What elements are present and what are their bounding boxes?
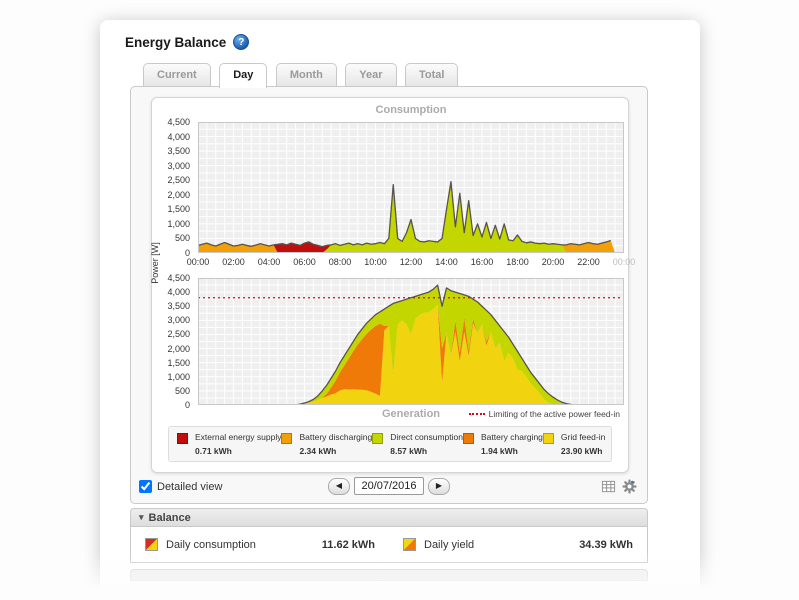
consumption-chart: [198, 122, 624, 253]
battery-discharging-swatch: [281, 433, 292, 444]
chart-card: Power [W] Consumption 4,5004,0003,5003,0…: [151, 97, 629, 473]
x-tick-label: 10:00: [364, 257, 387, 267]
daily-consumption-item: Daily consumption 11.62 kWh: [131, 538, 389, 551]
tab-current[interactable]: Current: [143, 63, 211, 86]
y-tick-label: 2,500: [167, 330, 190, 339]
y-tick-label: 3,000: [167, 162, 190, 171]
daily-consumption-icon: [145, 538, 158, 551]
grid-feed-in-swatch: [543, 433, 554, 444]
day-tab-panel: Power [W] Consumption 4,5004,0003,5003,0…: [130, 86, 648, 504]
controls-row: Detailed view ◀ ▶: [139, 477, 639, 501]
x-tick-label: 06:00: [293, 257, 316, 267]
collapse-icon: ▾: [139, 512, 144, 523]
detailed-view-checkbox[interactable]: [139, 480, 152, 493]
balance-section: ▾ Balance Daily consumption 11.62 kWh Da…: [130, 508, 648, 581]
y-tick-label: 3,500: [167, 302, 190, 311]
y-tick-label: 3,500: [167, 147, 190, 156]
balance-header-label: Balance: [149, 512, 191, 524]
legend-item-external-energy-supply: External energy supply 0.71 kWh: [177, 432, 281, 456]
balance-header[interactable]: ▾ Balance: [130, 508, 648, 527]
x-tick-label: 04:00: [258, 257, 281, 267]
legend-item-direct-consumption: Direct consumption 8.57 kWh: [372, 432, 463, 456]
generation-y-axis: 4,5004,0003,5003,0002,5002,0001,5001,000…: [152, 278, 194, 405]
chart-legend: External energy supply 0.71 kWh Battery …: [168, 426, 612, 462]
x-tick-label: 16:00: [471, 257, 494, 267]
tab-bar: Current Day Month Year Total: [143, 63, 462, 86]
y-tick-label: 4,500: [167, 274, 190, 283]
x-tick-label: 22:00: [577, 257, 600, 267]
legend-item-battery-discharging: Battery discharging 2.34 kWh: [281, 432, 372, 456]
y-tick-label: 1,000: [167, 220, 190, 229]
consumption-chart-title: Consumption: [198, 104, 624, 116]
time-axis: 00:0002:0004:0006:0008:0010:0012:0014:00…: [198, 257, 624, 269]
tab-day[interactable]: Day: [219, 63, 267, 88]
title-row: Energy Balance ?: [125, 34, 249, 50]
next-section-partial: [130, 569, 648, 581]
detailed-view-toggle[interactable]: Detailed view: [139, 480, 222, 493]
corner-icons: [601, 479, 637, 494]
generation-chart: [198, 278, 624, 405]
previous-day-button[interactable]: ◀: [328, 478, 350, 495]
tab-month[interactable]: Month: [276, 63, 337, 86]
y-tick-label: 1,000: [167, 373, 190, 382]
help-icon[interactable]: ?: [233, 34, 249, 50]
table-view-icon[interactable]: [601, 479, 616, 494]
x-tick-label: 00:00: [187, 257, 210, 267]
y-tick-label: 0: [185, 401, 190, 410]
x-tick-label: 18:00: [506, 257, 529, 267]
y-tick-label: 1,500: [167, 359, 190, 368]
y-tick-label: 2,000: [167, 191, 190, 200]
limit-note-label: Limiting of the active power feed-in: [489, 409, 620, 419]
battery-charging-swatch: [463, 433, 474, 444]
x-tick-label: 00:00: [613, 257, 636, 267]
x-tick-label: 08:00: [329, 257, 352, 267]
daily-yield-item: Daily yield 34.39 kWh: [389, 538, 647, 551]
daily-yield-icon: [403, 538, 416, 551]
settings-gear-icon[interactable]: [622, 479, 637, 494]
y-tick-label: 2,000: [167, 345, 190, 354]
y-tick-label: 2,500: [167, 176, 190, 185]
y-tick-label: 4,000: [167, 133, 190, 142]
y-tick-label: 1,500: [167, 205, 190, 214]
y-tick-label: 3,000: [167, 316, 190, 325]
legend-item-grid-feed-in: Grid feed-in 23.90 kWh: [543, 432, 605, 456]
limit-note: Limiting of the active power feed-in: [465, 409, 620, 419]
y-tick-label: 500: [175, 387, 190, 396]
tab-total[interactable]: Total: [405, 63, 458, 86]
content-card: Energy Balance ? Current Day Month Year …: [100, 20, 700, 600]
tab-year[interactable]: Year: [345, 63, 396, 86]
energy-balance-page: Energy Balance ? Current Day Month Year …: [0, 0, 799, 600]
limit-line-icon: [469, 413, 485, 415]
external-energy-supply-swatch: [177, 433, 188, 444]
direct-consumption-swatch: [372, 433, 383, 444]
consumption-y-axis: 4,5004,0003,5003,0002,5002,0001,5001,000…: [152, 122, 194, 253]
x-tick-label: 14:00: [435, 257, 458, 267]
page-title: Energy Balance: [125, 35, 226, 50]
y-tick-label: 4,500: [167, 118, 190, 127]
y-tick-label: 500: [175, 234, 190, 243]
x-tick-label: 12:00: [400, 257, 423, 267]
x-tick-label: 02:00: [222, 257, 245, 267]
detailed-view-label: Detailed view: [157, 481, 222, 493]
date-navigation: ◀ ▶: [328, 477, 450, 495]
next-day-button[interactable]: ▶: [428, 478, 450, 495]
date-input[interactable]: [354, 477, 424, 495]
y-tick-label: 4,000: [167, 288, 190, 297]
x-tick-label: 20:00: [542, 257, 565, 267]
legend-item-battery-charging: Battery charging 1.94 kWh: [463, 432, 543, 456]
balance-row: Daily consumption 11.62 kWh Daily yield …: [130, 527, 648, 563]
